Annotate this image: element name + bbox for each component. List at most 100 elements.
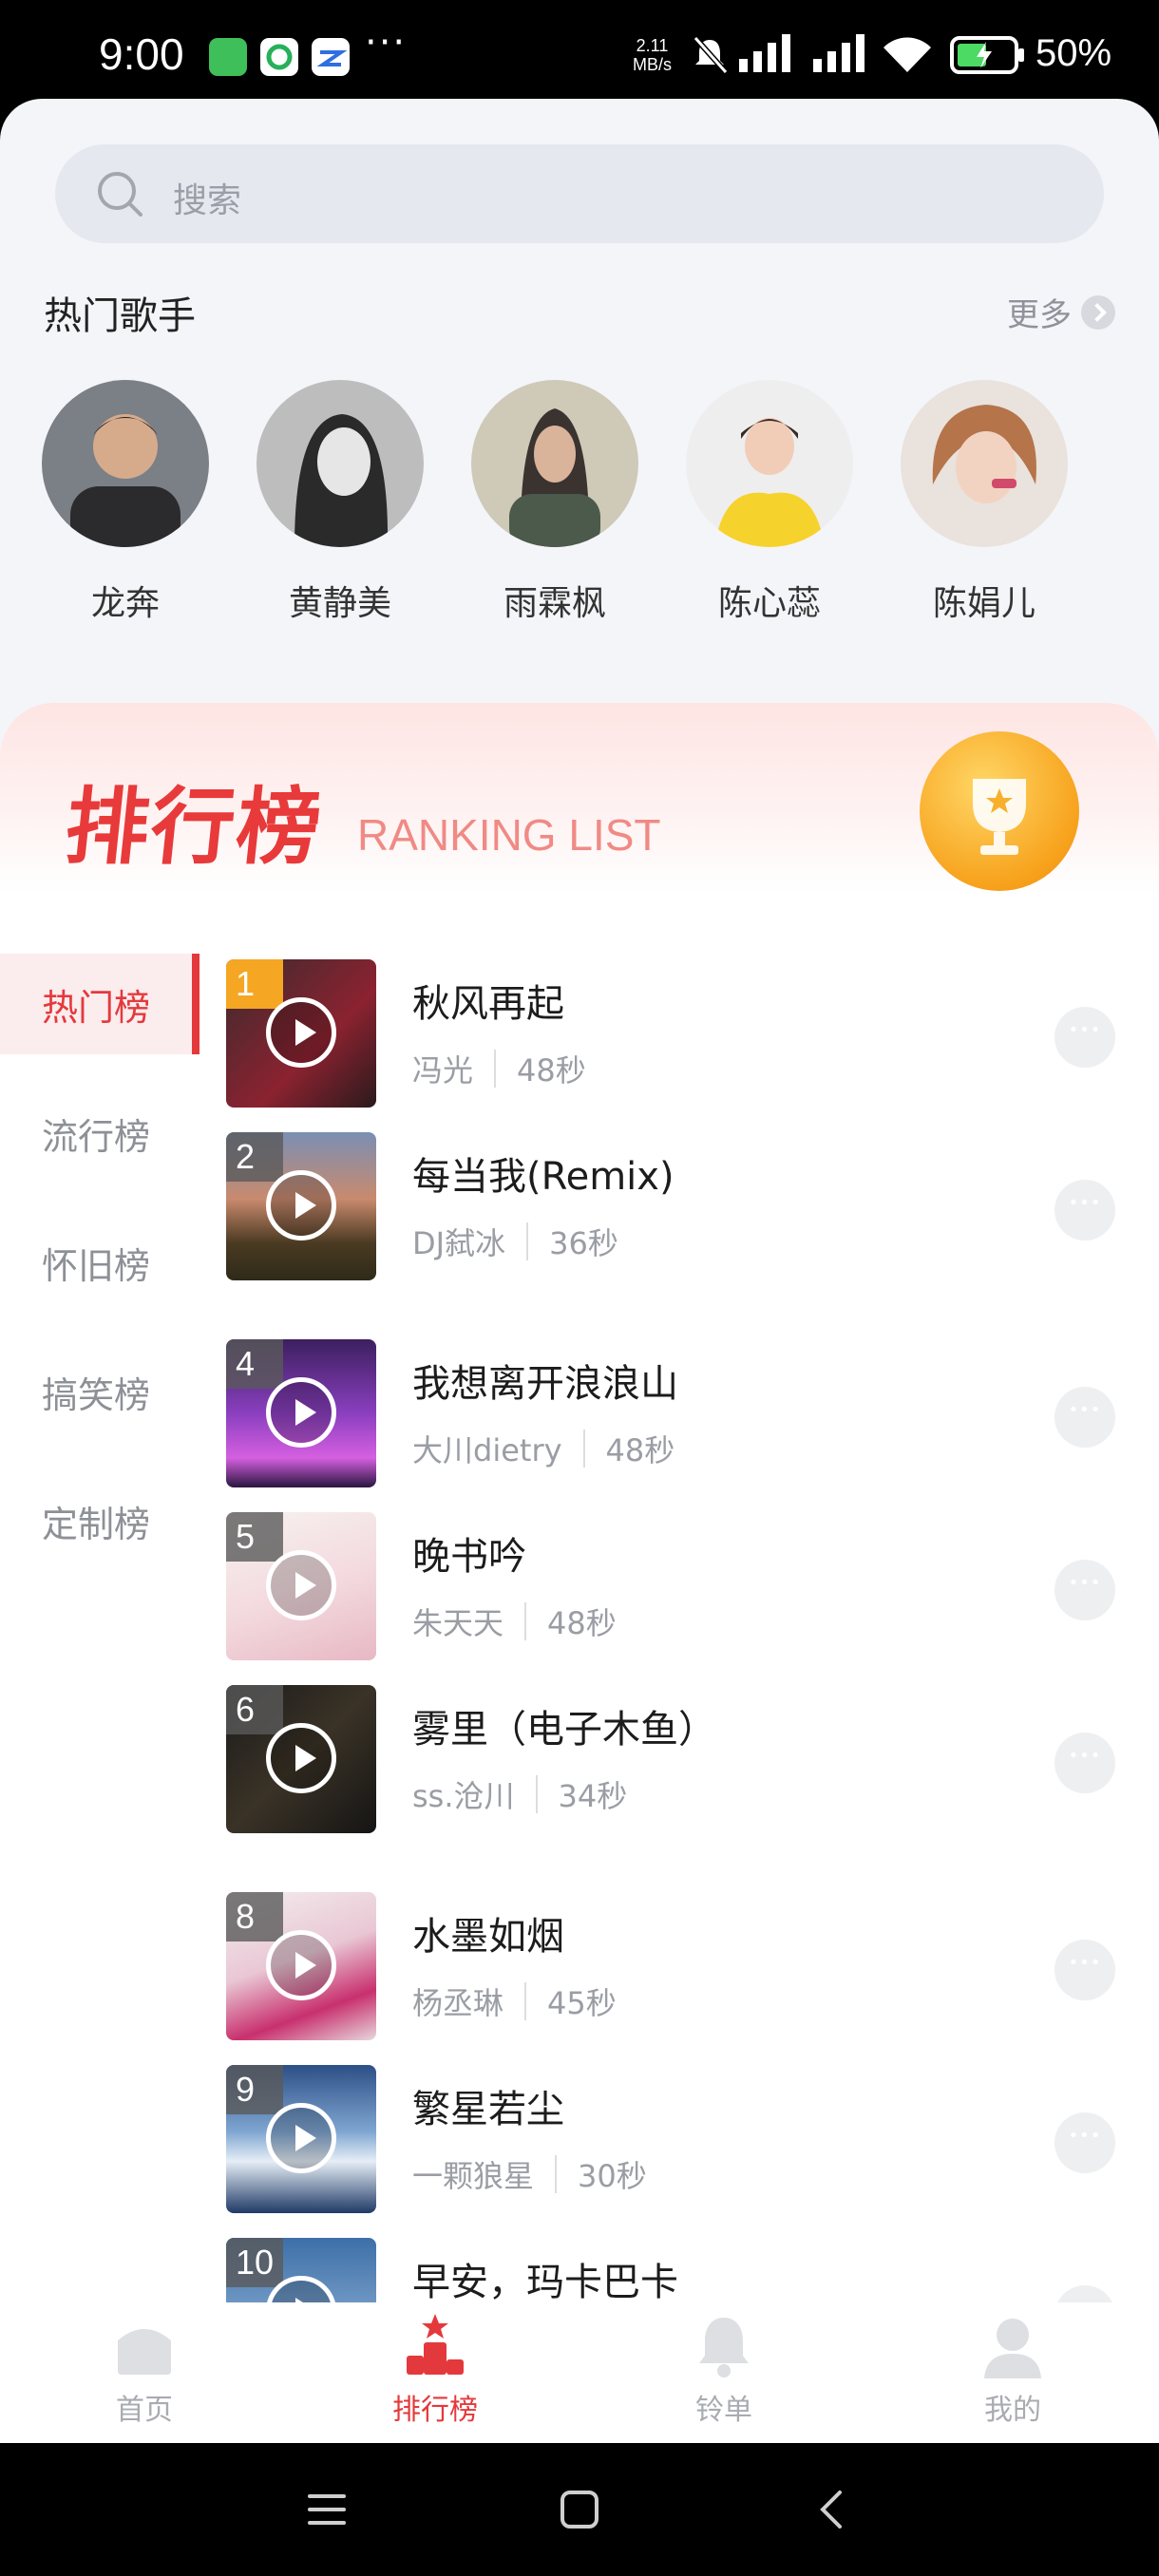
nav-ringlist[interactable]: 铃单	[629, 2312, 819, 2428]
song-duration: 36秒	[549, 1225, 618, 1261]
song-row[interactable]: 4 我想离开浪浪山 大川dietry 48秒	[226, 1339, 1119, 1487]
nav-ranking[interactable]: 排行榜	[340, 2312, 530, 2428]
song-artist: 一颗狼星	[412, 2158, 535, 2194]
app-notification-icon	[260, 38, 298, 76]
play-icon[interactable]	[266, 1170, 336, 1241]
ranking-icon	[401, 2312, 469, 2380]
song-duration: 34秒	[558, 1778, 628, 1814]
battery-percent: 50%	[1036, 32, 1112, 74]
avatar	[901, 380, 1068, 547]
singer-card[interactable]: 龙奔	[42, 380, 209, 625]
song-artist: 大川dietry	[412, 1432, 562, 1468]
song-title: 早安，玛卡巴卡	[412, 2261, 678, 2304]
search-icon	[98, 172, 142, 217]
song-meta: 大川dietry 48秒	[412, 1427, 674, 1470]
more-options-button[interactable]	[1054, 2112, 1115, 2173]
singer-name: 龙奔	[90, 584, 160, 623]
more-options-button[interactable]	[1054, 1387, 1115, 1448]
nav-mine[interactable]: 我的	[918, 2312, 1108, 2428]
tab-funny[interactable]: 搞笑榜	[0, 1341, 200, 1442]
song-meta: 冯光 48秒	[412, 1047, 586, 1090]
back-icon[interactable]	[809, 2487, 855, 2532]
system-nav-bar	[0, 2443, 1159, 2576]
song-duration: 48秒	[547, 1605, 617, 1641]
chevron-right-icon	[1081, 294, 1115, 330]
singer-card[interactable]: 雨霖枫	[471, 380, 638, 625]
song-cover: 6	[226, 1685, 376, 1833]
singer-card[interactable]: 陈心蕊	[686, 380, 853, 625]
avatar	[686, 380, 853, 547]
search-placeholder: 搜索	[173, 181, 242, 220]
rank-badge: 2	[226, 1132, 283, 1182]
more-singers-button[interactable]: 更多	[1007, 289, 1115, 335]
app-notification-icon	[312, 38, 350, 76]
song-artist: DJ弑冰	[412, 1225, 506, 1261]
wifi-icon	[884, 37, 931, 72]
song-row[interactable]: 8 水墨如烟 杨丞琳 45秒	[226, 1892, 1119, 2040]
more-options-button[interactable]	[1054, 1007, 1115, 1068]
tab-nostalgic[interactable]: 怀旧榜	[0, 1212, 200, 1313]
mute-icon	[693, 36, 729, 74]
rank-badge: 4	[226, 1339, 283, 1389]
play-icon[interactable]	[266, 997, 336, 1068]
more-options-button[interactable]	[1054, 1733, 1115, 1793]
search-bar[interactable]: 搜索	[55, 144, 1104, 243]
song-artist: 朱天天	[412, 1605, 504, 1641]
play-icon[interactable]	[266, 1723, 336, 1793]
rank-badge: 10	[226, 2238, 284, 2287]
rank-badge: 8	[226, 1892, 283, 1941]
song-row[interactable]: 6 雾里（电子木鱼） ss.沧川 34秒	[226, 1685, 1119, 1833]
hot-singers-title: 热门歌手	[44, 294, 196, 338]
tab-custom[interactable]: 定制榜	[0, 1470, 200, 1571]
song-title: 繁星若尘	[412, 2088, 564, 2131]
bottom-nav: 首页 排行榜 铃单 我的	[0, 2302, 1159, 2443]
play-icon[interactable]	[266, 2103, 336, 2173]
battery-icon	[950, 36, 1024, 74]
divider	[582, 1430, 585, 1468]
song-row[interactable]: 1 秋风再起 冯光 48秒	[226, 959, 1119, 1108]
more-options-button[interactable]	[1054, 1940, 1115, 2000]
avatar	[471, 380, 638, 547]
song-cover: 1	[226, 959, 376, 1108]
song-title: 晚书吟	[412, 1535, 526, 1579]
nav-home[interactable]: 首页	[49, 2312, 239, 2428]
menu-icon[interactable]	[304, 2487, 350, 2532]
home-button-icon[interactable]	[557, 2487, 602, 2532]
song-duration: 30秒	[578, 2158, 647, 2194]
singer-card[interactable]: 陈娟儿	[901, 380, 1068, 625]
net-speed-unit: MB/s	[633, 55, 673, 74]
song-row[interactable]: 2 每当我(Remix) DJ弑冰 36秒	[226, 1132, 1119, 1280]
song-meta: 朱天天 48秒	[412, 1600, 617, 1643]
more-options-button[interactable]	[1054, 1560, 1115, 1620]
song-row[interactable]: 5 晚书吟 朱天天 48秒	[226, 1512, 1119, 1660]
more-options-button[interactable]	[1054, 1180, 1115, 1241]
tab-hot[interactable]: 热门榜	[0, 954, 200, 1054]
song-meta: ss.沧川 34秒	[412, 1772, 627, 1816]
trophy-icon	[920, 731, 1079, 891]
signal-icon	[813, 34, 864, 72]
song-cover: 8	[226, 1892, 376, 2040]
song-cover: 9	[226, 2065, 376, 2213]
app-content: 搜索 热门歌手 更多 龙奔 黄静美 雨霖枫 陈心蕊 陈娟儿 排行榜 RANKIN…	[0, 99, 1159, 2443]
divider	[524, 1602, 527, 1640]
song-title: 我想离开浪浪山	[412, 1362, 678, 1406]
play-icon[interactable]	[266, 1377, 336, 1448]
play-icon[interactable]	[266, 1930, 336, 2000]
song-artist: 杨丞琳	[412, 1985, 504, 2021]
net-speed-value: 2.11	[636, 36, 669, 55]
divider	[524, 1982, 527, 2020]
status-bar: 9:00 ··· 2.11 MB/s 50%	[0, 0, 1159, 106]
divider	[494, 1050, 497, 1088]
home-icon	[110, 2312, 179, 2380]
rank-badge: 9	[226, 2065, 283, 2114]
tab-popular[interactable]: 流行榜	[0, 1083, 200, 1184]
song-duration: 48秒	[517, 1052, 586, 1089]
song-cover: 2	[226, 1132, 376, 1280]
singer-card[interactable]: 黄静美	[256, 380, 424, 625]
song-row[interactable]: 9 繁星若尘 一颗狼星 30秒	[226, 2065, 1119, 2213]
singer-name: 黄静美	[288, 584, 391, 623]
play-icon[interactable]	[266, 1550, 336, 1620]
song-meta: DJ弑冰 36秒	[412, 1220, 618, 1263]
nav-label: 排行榜	[392, 2394, 478, 2427]
song-title: 水墨如烟	[412, 1915, 564, 1959]
